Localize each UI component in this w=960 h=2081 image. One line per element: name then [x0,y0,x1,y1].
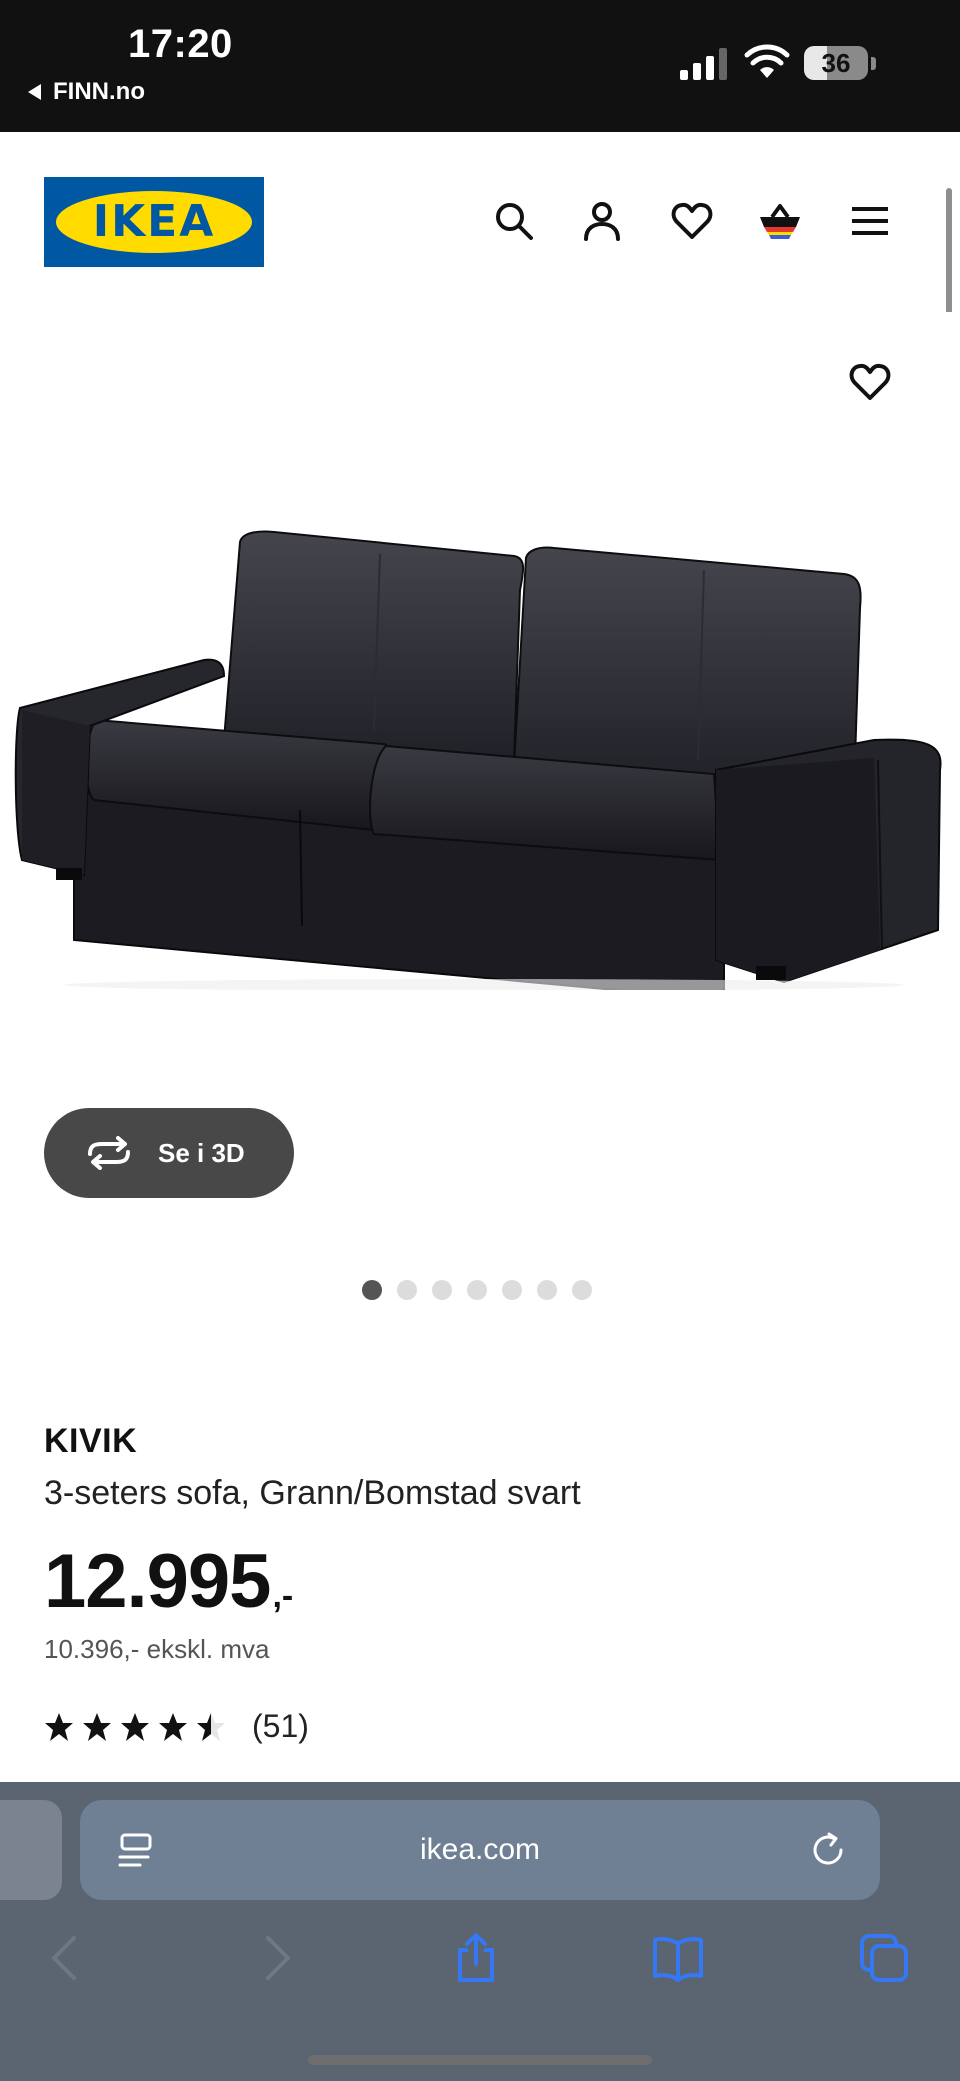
share-icon[interactable] [450,1932,502,1984]
home-indicator[interactable] [308,2055,652,2065]
star-half-icon [197,1712,225,1741]
gallery-dot-4[interactable] [467,1280,487,1300]
menu-icon[interactable] [848,199,892,243]
product-description: 3-seters sofa, Grann/Bomstad svart [44,1474,581,1512]
product-name: KIVIK [44,1422,138,1460]
battery-level: 36 [821,48,851,78]
battery-indicator: 36 [804,46,876,82]
product-price: 12.995 ,- [44,1538,293,1625]
star-full-icon [121,1712,149,1741]
price-excluding-vat: 10.396,- ekskl. mva [44,1634,270,1664]
browser-toolbar: ikea.com [0,1782,960,2081]
site-header: IKEA [0,132,960,312]
gallery-dot-1[interactable] [362,1280,382,1300]
account-icon[interactable] [580,199,624,243]
back-chevron-icon[interactable] [40,1932,92,1984]
shopping-bag-icon[interactable] [758,199,802,243]
view-in-3d-button[interactable]: Se i 3D [44,1108,294,1198]
wifi-icon [744,44,790,78]
product-rating[interactable]: (51) [44,1708,309,1745]
tabs-icon[interactable] [858,1932,910,1984]
price-suffix: ,- [272,1577,294,1615]
reload-icon[interactable] [808,1830,848,1870]
address-bar[interactable]: ikea.com [80,1800,880,1900]
gallery-dot-2[interactable] [397,1280,417,1300]
add-to-favourites-heart-icon[interactable] [848,360,892,404]
star-full-icon [45,1712,73,1741]
status-time: 17:20 [128,22,233,66]
status-bar: 17:20 FINN.no 36 [0,0,960,132]
star-full-icon [159,1712,187,1741]
gallery-dot-6[interactable] [537,1280,557,1300]
gallery-dot-3[interactable] [432,1280,452,1300]
rotate-3d-icon [88,1136,130,1170]
address-url: ikea.com [419,1833,541,1866]
bookmarks-icon[interactable] [652,1932,704,1984]
rating-stars [44,1712,226,1742]
price-amount: 12.995 [44,1539,271,1624]
back-to-app-label: FINN.no [53,78,145,105]
gallery-dot-7[interactable] [572,1280,592,1300]
browser-nav-row [0,1932,960,2012]
review-count: (51) [252,1708,309,1744]
cellular-signal-icon [680,48,727,80]
gallery-dot-5[interactable] [502,1280,522,1300]
ikea-logo[interactable]: IKEA [44,177,264,267]
favourites-icon[interactable] [670,199,714,243]
back-triangle-icon [28,84,41,100]
product-image-sofa[interactable] [14,530,944,990]
forward-chevron-icon[interactable] [250,1932,302,1984]
star-full-icon [83,1712,111,1741]
search-icon[interactable] [492,199,536,243]
gallery-pagination [362,1280,592,1300]
back-to-app-link[interactable]: FINN.no [28,78,145,106]
battery-cap [871,57,876,70]
previous-tab-preview[interactable] [0,1800,62,1900]
view-in-3d-label: Se i 3D [158,1137,245,1168]
logo-text: IKEA [92,196,216,247]
